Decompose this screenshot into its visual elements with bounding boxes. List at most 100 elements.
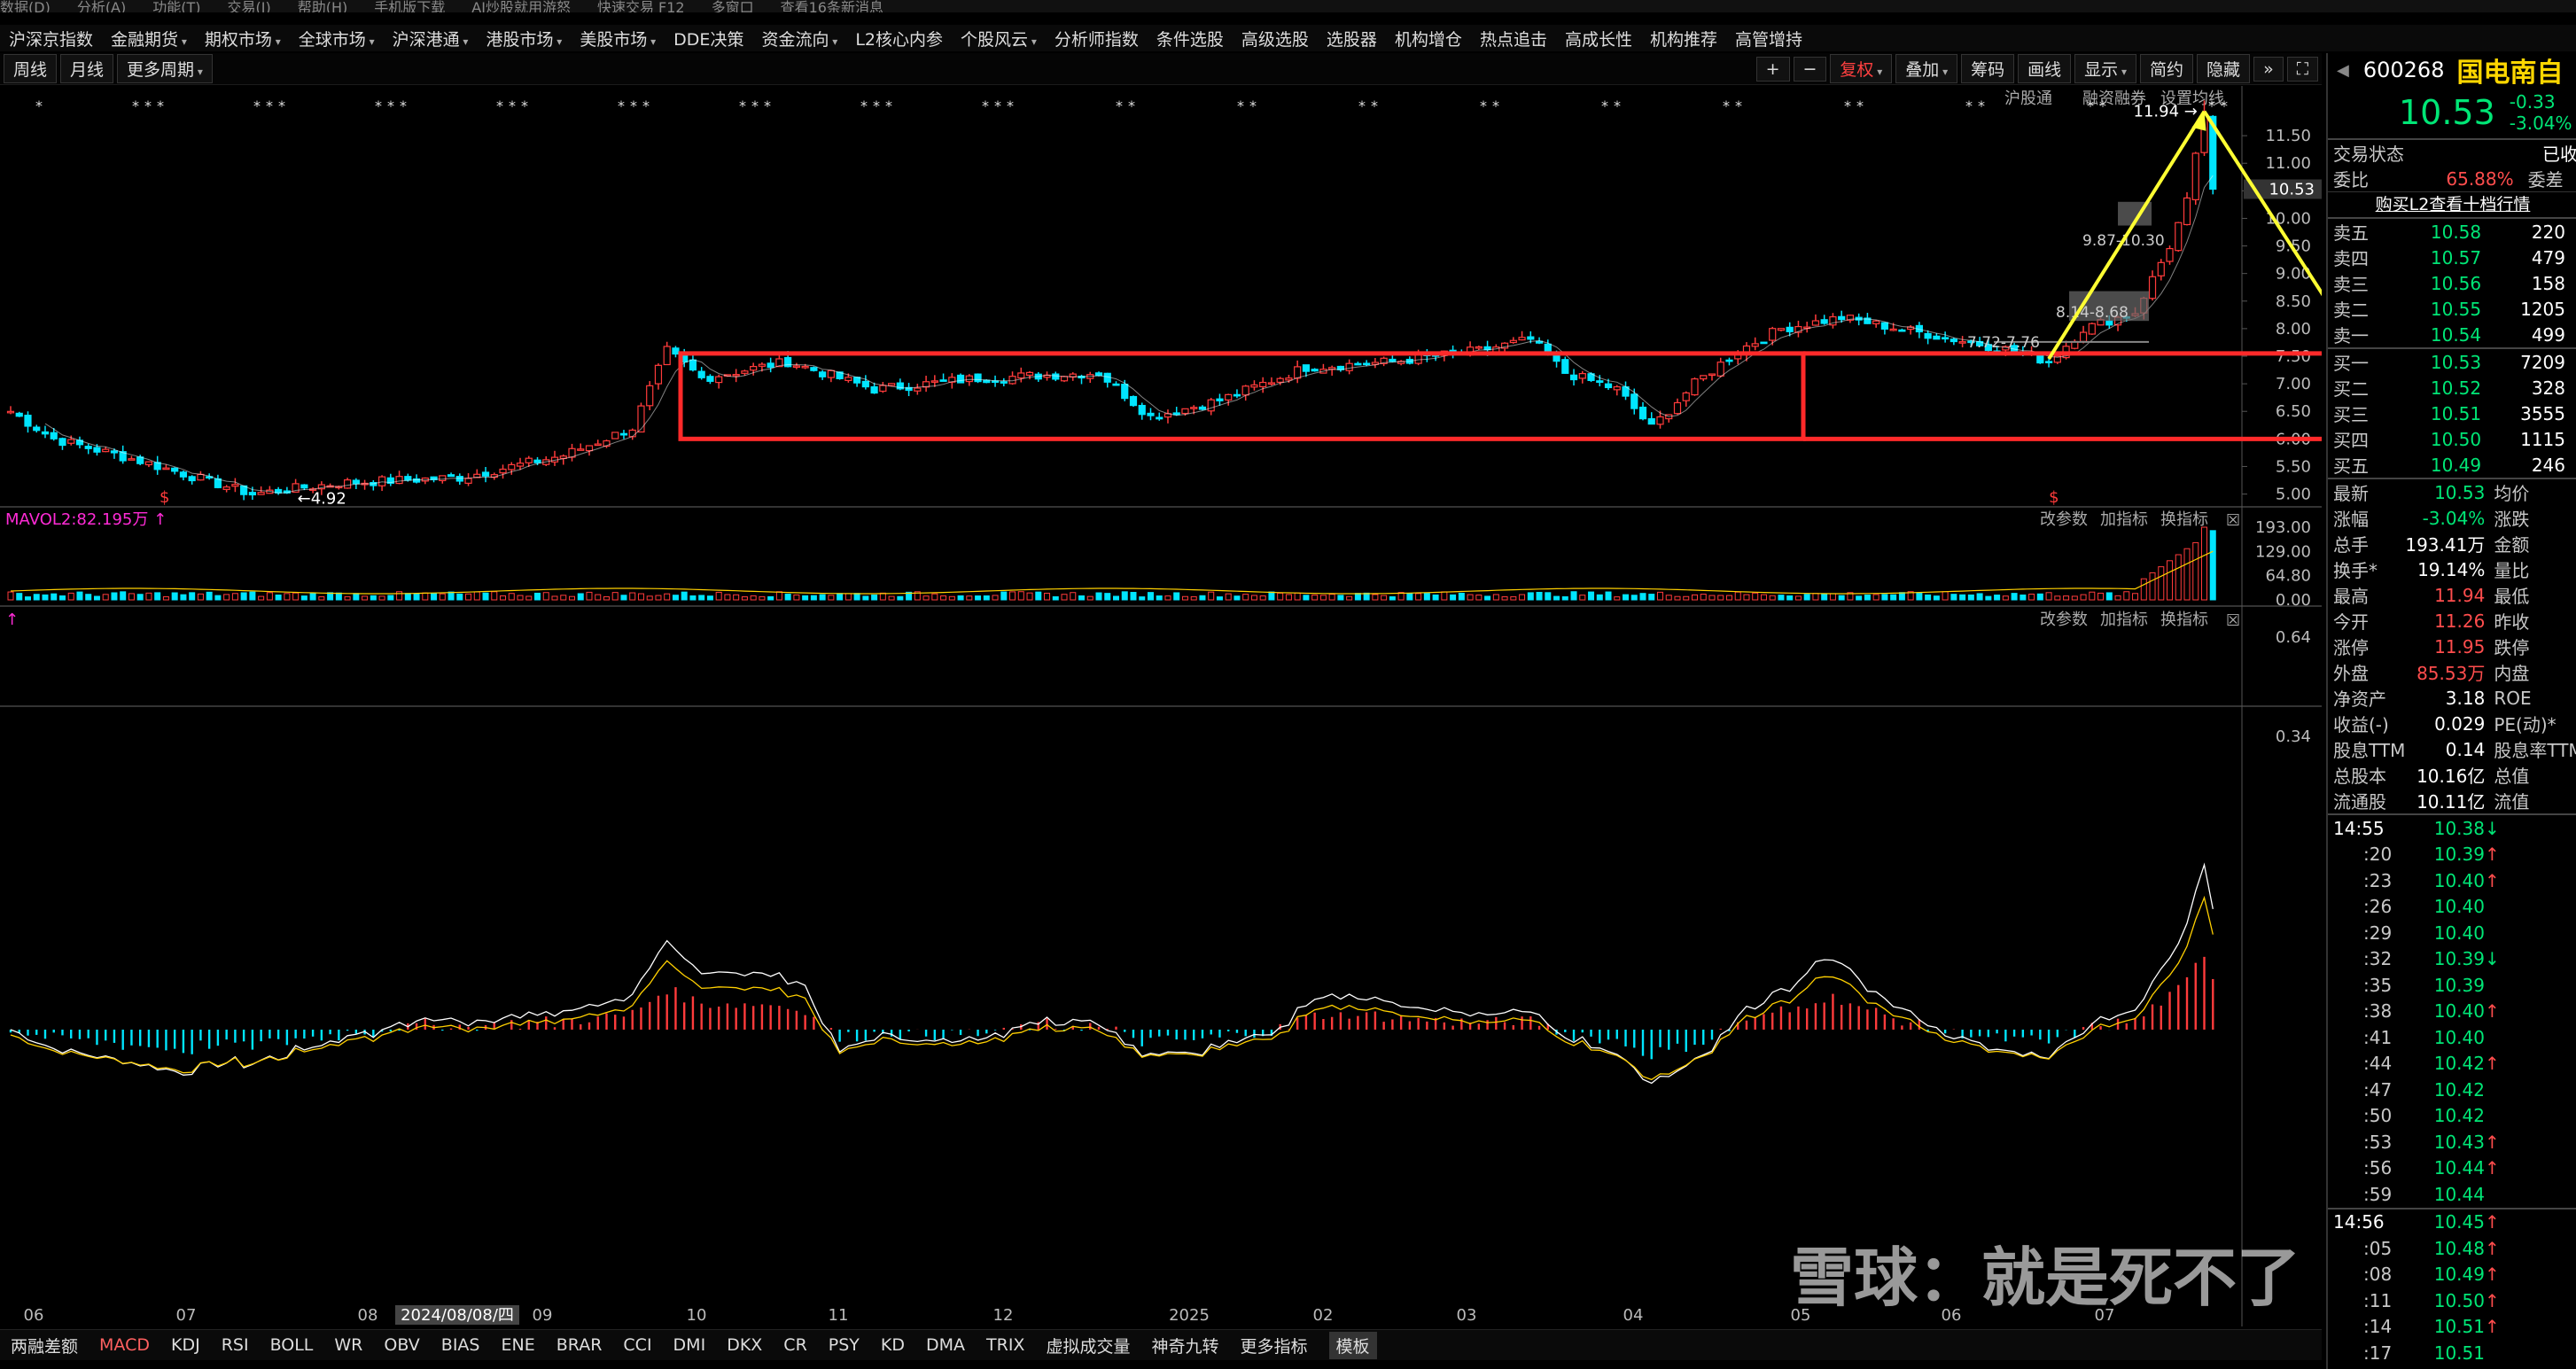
fullscreen-icon[interactable]: ⛶	[2286, 56, 2318, 82]
orderbook-level-label: 卖五	[2333, 222, 2369, 244]
nav-item[interactable]: L2核心内参	[855, 27, 943, 51]
period-tab[interactable]: 更多周期	[117, 54, 213, 83]
indicator-tab[interactable]: CR	[783, 1335, 806, 1355]
top-menu-item[interactable]: 功能(T)	[152, 0, 200, 12]
toolbar-button[interactable]: 画线	[2018, 54, 2072, 83]
zoom-out-button[interactable]: −	[1793, 56, 1827, 82]
indicator-tab[interactable]: BRAR	[556, 1335, 603, 1355]
macd-bar	[1124, 1030, 1126, 1032]
toolbar-button[interactable]: 隐藏	[2197, 54, 2251, 83]
macd-bar	[977, 1030, 979, 1037]
top-menu-item[interactable]: AI炒股就用游怒	[471, 0, 571, 12]
nav-item[interactable]: 沪深京指数	[9, 27, 93, 51]
orderbook-row[interactable]: 卖三 10.56 158	[2328, 270, 2576, 296]
nav-item[interactable]: 美股市场	[580, 27, 656, 51]
kline-chart-area[interactable]: 沪股通融资融券设置均线11.5011.0010.5010.009.509.008…	[0, 86, 2331, 1326]
orderbook-row[interactable]: 卖二 10.55 1205	[2328, 296, 2576, 322]
indicator-tab[interactable]: TRIX	[986, 1335, 1024, 1355]
indicator-tab[interactable]: 模板	[1328, 1331, 1377, 1359]
nav-item[interactable]: 资金流向	[761, 27, 837, 51]
candle-body	[343, 479, 352, 489]
macd-bar	[2039, 1030, 2042, 1040]
nav-item[interactable]: 机构推荐	[1650, 27, 1717, 51]
indicator-tab[interactable]: BOLL	[270, 1335, 314, 1355]
orderbook-row[interactable]: 卖五 10.58 220	[2328, 218, 2576, 245]
indicator-tab[interactable]: 神奇九转	[1151, 1334, 1218, 1357]
nav-item[interactable]: 沪深港通	[393, 27, 469, 51]
nav-item[interactable]: 高级选股	[1241, 27, 1309, 51]
macd-bar	[70, 1030, 73, 1038]
kline-chart-svg[interactable]: 沪股通融资融券设置均线11.5011.0010.5010.009.509.008…	[0, 86, 2331, 1326]
nav-item[interactable]: 期权市场	[205, 27, 281, 51]
event-marker: *	[1371, 97, 1378, 114]
volume-bar	[1959, 594, 1966, 601]
top-menu-item[interactable]: 分析(A)	[77, 0, 126, 12]
top-menu-item[interactable]: 快速交易 F12	[597, 0, 685, 12]
indicator-tab[interactable]: CCI	[623, 1335, 651, 1355]
candle-body	[819, 371, 827, 377]
top-menu-item[interactable]: 手机版下载	[374, 0, 445, 12]
indicator-tab[interactable]: DMA	[926, 1335, 965, 1355]
zoom-in-button[interactable]: +	[1755, 56, 1790, 82]
indicator-tab[interactable]: 两融差额	[11, 1334, 78, 1357]
event-marker: *	[509, 97, 516, 114]
expand-icon[interactable]: »	[2253, 56, 2284, 82]
tick-price: 10.51	[2433, 1342, 2485, 1364]
nav-item[interactable]: 高成长性	[1565, 27, 1632, 51]
event-marker: *	[35, 97, 43, 114]
indicator-tab[interactable]: PSY	[829, 1335, 860, 1355]
toolbar-button[interactable]: 显示	[2074, 54, 2137, 83]
nav-item[interactable]: 金融期货	[111, 27, 187, 51]
toolbar-button[interactable]: 叠加	[1895, 54, 1958, 83]
volume-bar	[7, 591, 14, 601]
top-menu-item[interactable]: 数据(D)	[0, 0, 51, 12]
nav-item[interactable]: 机构增仓	[1395, 27, 1462, 51]
macd-bar	[1883, 1014, 1887, 1030]
nav-item[interactable]: 选股器	[1327, 27, 1377, 51]
volume-bar	[1942, 591, 1949, 601]
toolbar-button[interactable]: 筹码	[1961, 54, 2015, 83]
indicator-tab[interactable]: OBV	[384, 1335, 419, 1355]
indicator-tab[interactable]: 虚拟成交量	[1046, 1334, 1130, 1357]
nav-item[interactable]: 条件选股	[1156, 27, 1224, 51]
nav-item[interactable]: 个股风云	[961, 27, 1037, 51]
orderbook-row[interactable]: 买一 10.53 7209	[2328, 348, 2576, 375]
toolbar-button[interactable]: 简约	[2140, 54, 2194, 83]
indicator-tab[interactable]: KDJ	[171, 1335, 200, 1355]
indicator-tab[interactable]: DMI	[673, 1335, 706, 1355]
volume-bar	[810, 595, 817, 601]
orderbook-row[interactable]: 买四 10.50 1115	[2328, 426, 2576, 452]
indicator-tab[interactable]: MACD	[99, 1335, 150, 1355]
candle-body	[1924, 332, 1932, 339]
top-menu-item[interactable]: 交易(J)	[228, 0, 271, 12]
nav-item[interactable]: 分析师指数	[1055, 27, 1139, 51]
orderbook-row[interactable]: 买三 10.51 3555	[2328, 401, 2576, 426]
top-menu-item[interactable]: 查看16条新消息	[781, 0, 883, 12]
orderbook-row[interactable]: 买五 10.49 246	[2328, 452, 2576, 478]
period-tab[interactable]: 月线	[60, 54, 114, 83]
indicator-tab[interactable]: 更多指标	[1240, 1334, 1307, 1357]
top-menu-item[interactable]: 帮助(H)	[298, 0, 348, 12]
indicator-tab[interactable]: BIAS	[441, 1335, 480, 1355]
indicator-tab[interactable]: DKX	[727, 1335, 762, 1355]
indicator-tab[interactable]: ENE	[502, 1335, 535, 1355]
top-menu-item[interactable]: 多窗口	[712, 0, 754, 12]
indicator-tab[interactable]: KD	[881, 1335, 905, 1355]
volume-bar	[595, 594, 602, 601]
volume-axis-label: 0.00	[2276, 591, 2311, 610]
collapse-left-icon[interactable]: ◀	[2337, 61, 2349, 80]
volume-bar	[197, 593, 204, 601]
toolbar-button[interactable]: 复权	[1830, 54, 1893, 83]
nav-item[interactable]: DDE决策	[673, 27, 743, 51]
period-tab[interactable]: 周线	[4, 54, 58, 83]
orderbook-row[interactable]: 卖四 10.57 479	[2328, 245, 2576, 270]
indicator-tab[interactable]: RSI	[222, 1335, 249, 1355]
l2-upgrade-link[interactable]: 购买L2查看十档行情	[2328, 191, 2576, 217]
nav-item[interactable]: 高管增持	[1735, 27, 1802, 51]
nav-item[interactable]: 全球市场	[299, 27, 375, 51]
orderbook-row[interactable]: 卖一 10.54 499	[2328, 322, 2576, 347]
nav-item[interactable]: 港股市场	[486, 27, 562, 51]
indicator-tab[interactable]: WR	[334, 1335, 362, 1355]
orderbook-row[interactable]: 买二 10.52 328	[2328, 375, 2576, 401]
nav-item[interactable]: 热点追击	[1480, 27, 1547, 51]
